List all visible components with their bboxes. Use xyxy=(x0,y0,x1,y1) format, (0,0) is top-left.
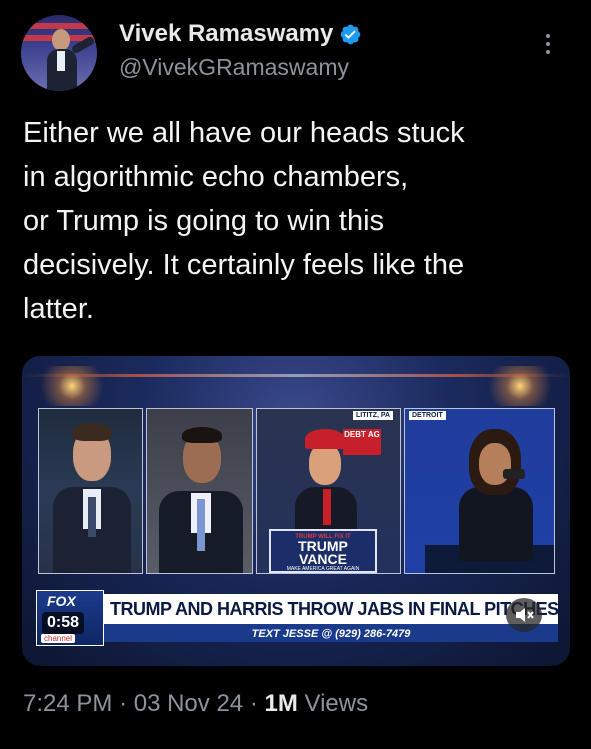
lower-third: FOX channel 0:58 TRUMP AND HARRIS THROW … xyxy=(36,590,559,646)
video-panel-detroit: DETROIT xyxy=(404,408,555,574)
tweet-date[interactable]: 03 Nov 24 xyxy=(134,690,243,717)
author-display-name[interactable]: Vivek Ramaswamy xyxy=(119,20,333,48)
avatar[interactable] xyxy=(21,15,97,91)
video-panel-host xyxy=(38,408,143,574)
ticker-text: TEXT JESSE @ (929) 286-7479 xyxy=(251,628,411,640)
campaign-sign: TRUMP WILL FIX IT TRUMP VANCE MAKE AMERI… xyxy=(269,529,377,573)
tweet-meta: 7:24 PM · 03 Nov 24 · 1M Views xyxy=(23,690,369,717)
author-name-row[interactable]: Vivek Ramaswamy xyxy=(119,20,362,48)
author-handle[interactable]: @VivekGRamaswamy xyxy=(119,54,349,81)
avatar-head xyxy=(52,29,70,51)
video-time-remaining: 0:58 xyxy=(42,612,85,634)
location-label-2: DETROIT xyxy=(409,411,446,420)
headline-text: TRUMP AND HARRIS THROW JABS IN FINAL PIT… xyxy=(110,598,559,619)
more-options-icon[interactable] xyxy=(546,34,550,54)
location-label-1: LITITZ, PA xyxy=(353,411,394,420)
video-panel-guest xyxy=(146,408,253,574)
ticker-bar: TEXT JESSE @ (929) 286-7479 xyxy=(104,624,558,642)
headline-bar: TRUMP AND HARRIS THROW JABS IN FINAL PIT… xyxy=(104,594,559,624)
speaker-muted-icon[interactable] xyxy=(506,598,542,632)
video-player[interactable]: LITITZ, PA DEBT AG TRUMP WILL FIX IT TRU… xyxy=(22,356,570,666)
rally-banner: DEBT AG xyxy=(343,429,381,455)
video-panel-rally: LITITZ, PA DEBT AG TRUMP WILL FIX IT TRU… xyxy=(256,408,401,574)
tweet-time[interactable]: 7:24 PM xyxy=(23,690,112,717)
views-count[interactable]: 1M xyxy=(264,690,297,717)
views-label[interactable]: Views xyxy=(305,690,369,717)
tweet-text: Either we all have our heads stuck in al… xyxy=(23,117,465,325)
verified-badge-icon xyxy=(341,24,361,44)
